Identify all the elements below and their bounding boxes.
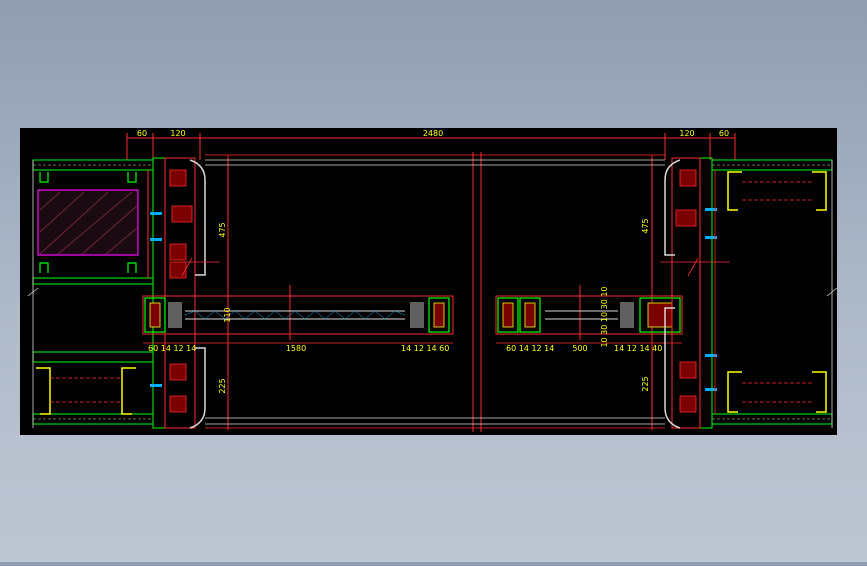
dim-right-end-chain: 14 12 14 40: [614, 344, 662, 353]
dim-lower-left-225: 225: [218, 378, 227, 393]
dim-right-chain: 60 14 12 14: [506, 344, 554, 353]
dim-top-left-120: 120: [170, 129, 185, 138]
dim-left-end-chain: 14 12 14 60: [401, 344, 449, 353]
dim-upper-right-475: 475: [641, 218, 650, 233]
dim-top-right-60: 60: [719, 129, 729, 138]
cad-viewport[interactable]: 60 120 2480 120 60 475 225 475 225 110 1…: [0, 0, 867, 562]
dim-top-right-120: 120: [679, 129, 694, 138]
dim-left-span: 1580: [286, 344, 306, 353]
cad-drawing: 60 120 2480 120 60 475 225 475 225 110 1…: [20, 128, 838, 435]
dim-top-left-60: 60: [137, 129, 147, 138]
dim-lower-right-225: 225: [641, 376, 650, 391]
dim-right-span: 500: [572, 344, 587, 353]
dim-top-overall: 2480: [423, 129, 443, 138]
dim-upper-left-475: 475: [218, 222, 227, 237]
dim-center-left-110: 110: [223, 307, 232, 322]
dim-left-chain: 60 14 12 14: [148, 344, 196, 353]
dim-right-vertical-chain: 10 30 10 30 10: [600, 286, 609, 347]
